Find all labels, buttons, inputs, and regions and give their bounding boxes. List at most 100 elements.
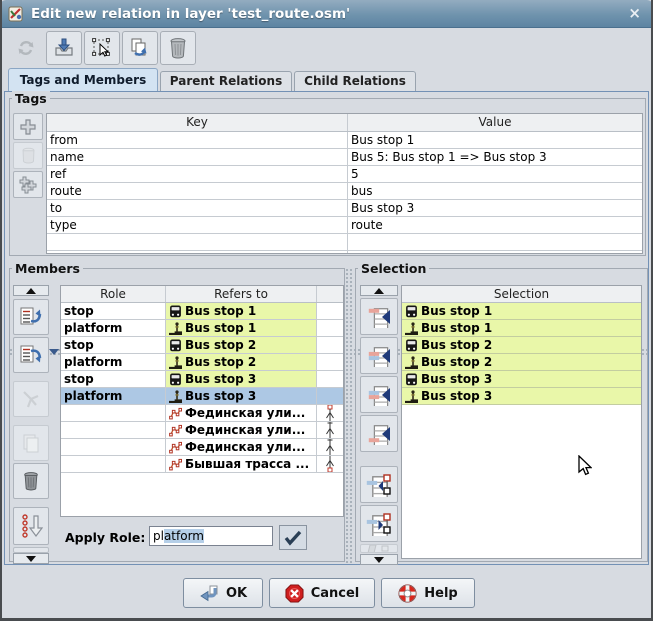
tag-row[interactable]: route bus — [47, 183, 642, 200]
member-copy-button[interactable] — [13, 425, 49, 461]
add-selection-at-start-button[interactable] — [360, 298, 398, 335]
apply-role-confirm-button[interactable] — [279, 525, 307, 550]
select-objects-button[interactable] — [84, 31, 120, 65]
titlebar[interactable]: Edit new relation in layer 'test_route.o… — [0, 0, 653, 28]
set-members-from-selection-button[interactable] — [360, 466, 398, 503]
member-edit-button[interactable] — [13, 381, 49, 417]
josm-app-icon — [7, 5, 25, 23]
download-members-button-clipped[interactable] — [360, 544, 398, 553]
tags-panel: Tags — [9, 98, 646, 256]
selection-panel-title: Selection — [358, 261, 429, 276]
member-row[interactable]: Фединская ули... — [61, 405, 343, 422]
delete-relation-button[interactable] — [160, 31, 196, 65]
member-row[interactable]: stop Bus stop 2 — [61, 337, 343, 354]
tag-row[interactable]: to Bus stop 3 — [47, 200, 642, 217]
selection-col-header[interactable]: Selection — [402, 286, 641, 302]
selection-row[interactable]: Bus stop 2 — [402, 337, 641, 354]
apply-updates-button[interactable] — [46, 31, 82, 65]
tag-row-empty[interactable] — [47, 234, 642, 251]
ok-button[interactable]: OK — [183, 578, 263, 608]
way-connection-icon — [317, 405, 343, 421]
members-col-role[interactable]: Role — [61, 286, 166, 302]
way-icon — [169, 407, 182, 420]
way-icon — [169, 458, 182, 471]
vertical-splitter[interactable] — [345, 268, 354, 564]
tag-row-empty[interactable] — [47, 251, 642, 254]
tab-child-relations[interactable]: Child Relations — [294, 71, 416, 91]
tag-row[interactable]: from Bus stop 1 — [47, 132, 642, 149]
tags-panel-title: Tags — [12, 91, 50, 106]
tags-table[interactable]: Key Value from Bus stop 1 name Bus 5: Bu… — [46, 113, 643, 254]
bus-stop-icon — [405, 373, 418, 386]
duplicate-relation-icon — [129, 37, 151, 59]
members-scroll-up-button[interactable] — [13, 285, 49, 296]
add-tag-button[interactable] — [13, 113, 43, 140]
members-col-refers[interactable]: Refers to — [166, 286, 317, 302]
selection-row[interactable]: Bus stop 1 — [402, 303, 641, 320]
platform-icon — [405, 356, 418, 369]
add-selection-before-button[interactable] — [360, 337, 398, 374]
way-connection-icon — [317, 456, 343, 472]
tag-row[interactable]: ref 5 — [47, 166, 642, 183]
selection-row[interactable]: Bus stop 2 — [402, 354, 641, 371]
cancel-icon — [285, 584, 304, 603]
ok-icon — [199, 585, 219, 602]
selection-scroll-up-button[interactable] — [360, 285, 398, 296]
add-selection-at-end-button[interactable] — [360, 415, 398, 452]
delete-tag-button[interactable] — [13, 142, 43, 169]
member-row[interactable]: platform Bus stop 1 — [61, 320, 343, 337]
tab-parent-relations[interactable]: Parent Relations — [160, 71, 292, 91]
paste-tags-icon — [19, 176, 37, 194]
selection-scroll-down-button[interactable] — [360, 554, 398, 565]
member-row[interactable]: stop Bus stop 3 — [61, 371, 343, 388]
add-selection-at-start-icon — [366, 306, 392, 328]
way-connection-icon — [317, 422, 343, 438]
member-row[interactable]: platform Bus stop 2 — [61, 354, 343, 371]
scroll-down-icon — [374, 557, 384, 563]
tag-row[interactable]: type route — [47, 217, 642, 234]
help-button[interactable]: Help — [381, 578, 475, 608]
delete-relation-icon — [168, 37, 188, 59]
member-row[interactable]: Фединская ули... — [61, 439, 343, 456]
tag-row[interactable]: name Bus 5: Bus stop 1 => Bus stop 3 — [47, 149, 642, 166]
checkmark-icon — [284, 530, 302, 546]
selection-row[interactable]: Bus stop 1 — [402, 320, 641, 337]
member-move-up-button[interactable] — [13, 299, 49, 335]
selection-row[interactable]: Bus stop 3 — [402, 371, 641, 388]
member-row-selected[interactable]: platform Bus stop 3 — [61, 388, 343, 405]
way-icon — [169, 441, 182, 454]
selection-row[interactable]: Bus stop 3 — [402, 388, 641, 405]
duplicate-relation-button[interactable] — [122, 31, 158, 65]
platform-icon — [405, 322, 418, 335]
scroll-down-icon — [26, 556, 36, 562]
add-selection-after-button[interactable] — [360, 376, 398, 413]
select-members-in-map-button[interactable] — [360, 505, 398, 542]
tags-col-value[interactable]: Value — [348, 114, 642, 131]
edit-member-icon — [19, 387, 43, 411]
members-table[interactable]: Role Refers to stop Bus stop 1 platform … — [60, 285, 344, 517]
refresh-button[interactable] — [8, 31, 44, 65]
member-row[interactable]: stop Bus stop 1 — [61, 303, 343, 320]
tab-tags-and-members[interactable]: Tags and Members — [8, 68, 158, 91]
close-icon[interactable]: × — [628, 4, 641, 22]
member-row[interactable]: Бывшая трасса ... — [61, 456, 343, 473]
way-icon — [169, 424, 182, 437]
mouse-cursor — [578, 455, 592, 476]
platform-icon — [405, 390, 418, 403]
member-delete-button[interactable] — [13, 463, 49, 499]
bus-stop-icon — [405, 339, 418, 352]
delete-tag-icon — [21, 147, 36, 164]
members-scroll-down-button[interactable] — [13, 553, 49, 564]
apply-role-input[interactable]: platform — [149, 526, 273, 546]
members-panel-title: Members — [12, 261, 83, 276]
platform-icon — [169, 356, 182, 369]
member-sort-button[interactable] — [13, 507, 49, 545]
member-row[interactable]: Фединская ули... — [61, 422, 343, 439]
selection-table[interactable]: Selection Bus stop 1 Bus stop 1 Bus stop… — [401, 285, 642, 559]
member-move-down-button[interactable] — [13, 337, 49, 373]
paste-tags-button[interactable] — [13, 171, 43, 198]
delete-member-icon — [22, 470, 40, 492]
tags-col-key[interactable]: Key — [47, 114, 348, 131]
cancel-button[interactable]: Cancel — [269, 578, 375, 608]
move-down-icon — [19, 343, 43, 367]
